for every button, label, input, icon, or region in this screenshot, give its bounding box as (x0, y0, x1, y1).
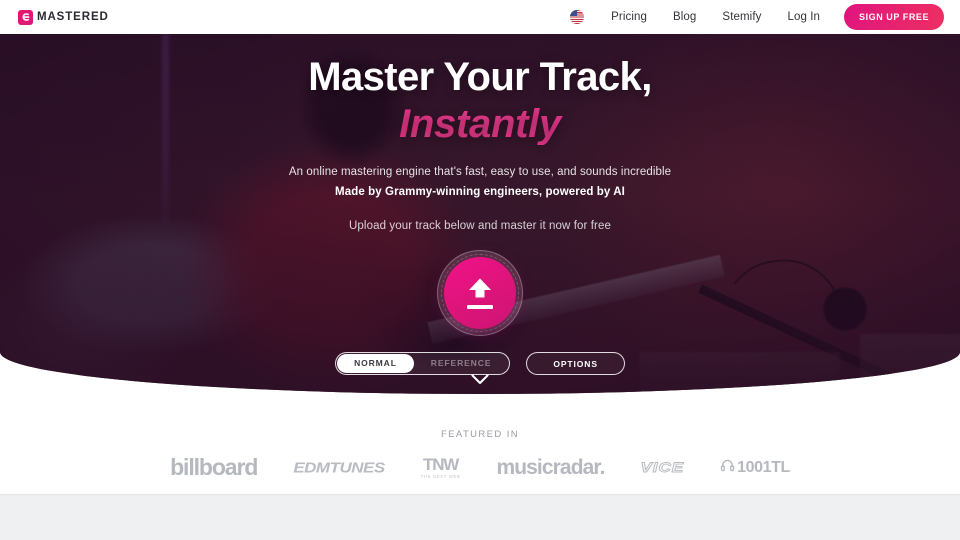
brand-logo[interactable]: MASTERED (18, 9, 109, 25)
hero-content: Master Your Track, Instantly An online m… (0, 34, 960, 394)
press-logo-tnw-mark: TNW (423, 454, 459, 474)
mastering-controls: NORMAL REFERENCE OPTIONS (0, 352, 960, 375)
options-button[interactable]: OPTIONS (526, 352, 625, 375)
press-logo-vice[interactable]: VICE (640, 459, 684, 476)
upload-arrow-icon (466, 277, 494, 302)
press-logo-musicradar[interactable]: musicradar. (496, 456, 605, 480)
brand-name: MASTERED (37, 11, 109, 23)
nav-link-stemify[interactable]: Stemify (709, 6, 774, 28)
us-flag-icon[interactable] (570, 10, 585, 24)
hero-title: Master Your Track, Instantly (0, 56, 960, 145)
press-logo-edmtunes[interactable]: EDMTUNES (293, 459, 385, 477)
featured-in-label: FEATURED IN (440, 429, 520, 440)
landing-page: MASTERED Pricing Blog Stemify Log In SIG… (0, 0, 960, 540)
press-logo-billboard[interactable]: billboard (170, 454, 258, 481)
press-logo-tnw[interactable]: TNW THE NEXT WEB (421, 456, 461, 479)
nav-link-blog[interactable]: Blog (660, 6, 709, 28)
hero-subtitle-secondary: Made by Grammy-winning engineers, powere… (335, 186, 625, 198)
sign-up-free-button[interactable]: SIGN UP FREE (844, 4, 944, 30)
upload-area (0, 250, 960, 336)
upload-track-button[interactable] (444, 257, 516, 329)
emastered-logo-icon (18, 9, 33, 25)
hero-subtitle-primary: An online mastering engine that's fast, … (288, 166, 672, 178)
hero-upload-prompt: Upload your track below and master it no… (349, 220, 611, 232)
main-navigation: Pricing Blog Stemify Log In SIGN UP FREE (570, 4, 944, 30)
press-logo-row: billboard EDMTUNES TNW THE NEXT WEB musi… (0, 454, 960, 481)
press-logo-tnw-tagline: THE NEXT WEB (420, 473, 461, 479)
nav-link-pricing[interactable]: Pricing (598, 6, 660, 28)
hero-section: Master Your Track, Instantly An online m… (0, 34, 960, 394)
hero-title-line-1: Master Your Track, (308, 55, 652, 99)
press-logo-1001tracklists[interactable]: 1001TL (720, 458, 790, 478)
mode-option-normal[interactable]: NORMAL (337, 354, 414, 373)
mastering-mode-toggle[interactable]: NORMAL REFERENCE (335, 352, 511, 375)
featured-in-section: FEATURED IN billboard EDMTUNES TNW THE N… (0, 394, 960, 494)
mode-option-reference[interactable]: REFERENCE (414, 354, 509, 373)
headphones-icon (720, 458, 735, 478)
site-header: MASTERED Pricing Blog Stemify Log In SIG… (0, 0, 960, 34)
upload-base-bar (467, 305, 493, 309)
next-content-section (0, 494, 960, 540)
nav-link-login[interactable]: Log In (774, 6, 833, 28)
press-logo-1001tracklists-text: 1001TL (737, 458, 790, 476)
upload-drop-ring[interactable] (437, 250, 523, 336)
hero-title-line-2: Instantly (0, 103, 960, 145)
